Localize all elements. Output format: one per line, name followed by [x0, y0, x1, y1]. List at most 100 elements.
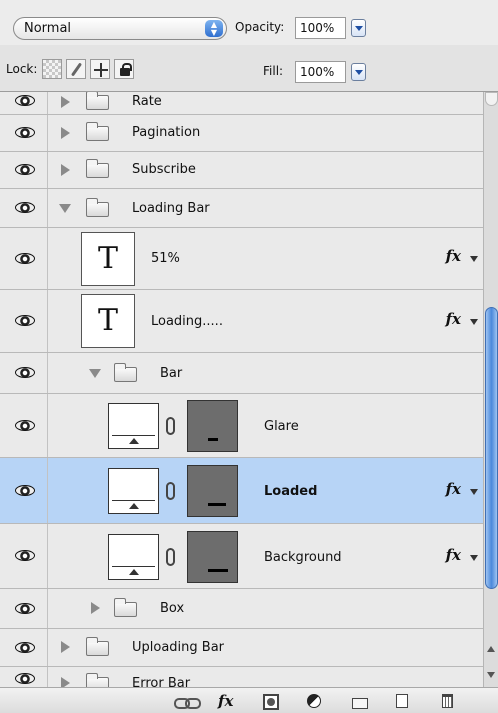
visibility-cell[interactable]: [0, 290, 48, 352]
eye-icon[interactable]: [15, 673, 35, 684]
effects-expand-arrow-icon[interactable]: [470, 256, 478, 262]
layer-effects-icon[interactable]: fx: [446, 546, 461, 564]
scroll-thumb[interactable]: [485, 307, 498, 589]
layer-row-loaded[interactable]: Loaded fx: [0, 458, 483, 524]
eye-icon[interactable]: [15, 419, 35, 431]
layer-mask-thumbnail[interactable]: [187, 465, 238, 517]
opacity-field[interactable]: 100%: [295, 17, 346, 39]
scroll-up-arrow-icon[interactable]: [487, 646, 495, 652]
layer-row-error-bar[interactable]: Error Bar: [0, 667, 483, 687]
visibility-cell[interactable]: [0, 629, 48, 666]
layer-name: Subscribe: [132, 162, 196, 177]
visibility-cell[interactable]: [0, 228, 48, 289]
layer-row-loading-text[interactable]: T Loading..... fx: [0, 290, 483, 353]
layer-row-background[interactable]: Background fx: [0, 524, 483, 589]
disclosure-triangle-icon[interactable]: [91, 602, 100, 614]
lock-label: Lock:: [6, 62, 38, 76]
effects-expand-arrow-icon[interactable]: [470, 489, 478, 495]
eye-icon[interactable]: [15, 95, 35, 106]
eye-icon[interactable]: [15, 641, 35, 653]
folder-icon: [86, 92, 109, 110]
disclosure-triangle-icon[interactable]: [61, 677, 70, 687]
eye-icon[interactable]: [15, 602, 35, 614]
link-layers-icon[interactable]: [174, 694, 201, 710]
lock-image-pixels-icon[interactable]: [66, 59, 86, 79]
disclosure-triangle-icon[interactable]: [61, 96, 70, 108]
disclosure-triangle-icon[interactable]: [89, 369, 101, 378]
mask-link-icon[interactable]: [166, 482, 175, 500]
layer-row-glare[interactable]: Glare: [0, 394, 483, 458]
layer-row-bar[interactable]: Bar: [0, 353, 483, 394]
visibility-cell[interactable]: [0, 394, 48, 457]
layer-name: Box: [160, 601, 185, 616]
visibility-cell[interactable]: [0, 92, 48, 114]
eye-icon[interactable]: [15, 252, 35, 264]
layers-bottom-toolbar: fx: [0, 687, 498, 713]
eye-icon[interactable]: [15, 164, 35, 175]
layer-row-subscribe[interactable]: Subscribe: [0, 152, 483, 189]
fill-dropdown-button[interactable]: [351, 63, 366, 81]
mask-link-icon[interactable]: [166, 417, 175, 435]
new-layer-icon[interactable]: [396, 694, 408, 708]
visibility-cell[interactable]: [0, 667, 48, 687]
visibility-cell[interactable]: [0, 524, 48, 588]
visibility-cell[interactable]: [0, 458, 48, 523]
effects-expand-arrow-icon[interactable]: [470, 319, 478, 325]
blend-options-bar: Normal ▲ ▼ Opacity: 100%: [0, 0, 498, 45]
layer-name: Rate: [132, 94, 162, 109]
layer-effects-icon[interactable]: fx: [446, 247, 461, 265]
visibility-cell[interactable]: [0, 115, 48, 151]
lock-transparent-pixels-icon[interactable]: [42, 59, 62, 79]
fx-icon[interactable]: fx: [218, 694, 240, 710]
disclosure-triangle-icon[interactable]: [61, 164, 70, 176]
blend-mode-select[interactable]: Normal ▲ ▼: [13, 17, 227, 40]
layer-name: Background: [264, 550, 342, 565]
trash-icon[interactable]: [442, 694, 453, 708]
layers-scrollbar[interactable]: [483, 92, 498, 687]
opacity-dropdown-button[interactable]: [351, 19, 366, 37]
add-mask-icon[interactable]: [263, 694, 279, 710]
eye-icon[interactable]: [15, 202, 35, 213]
layer-thumbnail: [108, 403, 159, 449]
visibility-cell[interactable]: [0, 353, 48, 393]
disclosure-triangle-icon[interactable]: [59, 204, 71, 213]
layer-effects-icon[interactable]: fx: [446, 480, 461, 498]
disclosure-triangle-icon[interactable]: [61, 127, 70, 139]
fill-label: Fill:: [263, 64, 284, 78]
new-group-icon[interactable]: [352, 698, 368, 709]
blend-mode-stepper-icon[interactable]: ▲ ▼: [205, 20, 223, 37]
adjustment-layer-icon[interactable]: [307, 694, 321, 708]
eye-icon[interactable]: [15, 367, 35, 378]
eye-icon[interactable]: [15, 484, 35, 496]
layer-mask-thumbnail[interactable]: [187, 400, 238, 452]
mask-bar-shape: [208, 438, 218, 441]
layer-row-uploading-bar[interactable]: Uploading Bar: [0, 629, 483, 667]
layer-mask-thumbnail[interactable]: [187, 531, 238, 583]
lock-icons: [42, 59, 142, 81]
mask-link-icon[interactable]: [166, 548, 175, 566]
text-layer-thumbnail-icon: T: [81, 294, 135, 348]
opacity-value: 100%: [300, 21, 335, 35]
visibility-cell[interactable]: [0, 152, 48, 188]
lock-position-icon[interactable]: [90, 59, 110, 79]
layer-row-box[interactable]: Box: [0, 589, 483, 629]
layer-row-pagination[interactable]: Pagination: [0, 115, 483, 152]
layer-thumbnail: [108, 534, 159, 580]
effects-expand-arrow-icon[interactable]: [470, 555, 478, 561]
layer-row-rate[interactable]: Rate: [0, 92, 483, 115]
scroll-down-arrow-icon[interactable]: [487, 672, 495, 678]
visibility-cell[interactable]: [0, 189, 48, 227]
layer-thumbnail: [108, 468, 159, 514]
layer-name: 51%: [151, 251, 180, 266]
layer-name: Glare: [264, 419, 299, 434]
visibility-cell[interactable]: [0, 589, 48, 628]
layer-row-51-percent[interactable]: T 51% fx: [0, 228, 483, 290]
fill-field[interactable]: 100%: [295, 61, 346, 83]
eye-icon[interactable]: [15, 550, 35, 561]
disclosure-triangle-icon[interactable]: [61, 641, 70, 653]
lock-all-icon[interactable]: [114, 59, 134, 79]
eye-icon[interactable]: [15, 127, 35, 138]
eye-icon[interactable]: [15, 315, 35, 326]
layer-effects-icon[interactable]: fx: [446, 310, 461, 328]
layer-row-loading-bar[interactable]: Loading Bar: [0, 189, 483, 228]
